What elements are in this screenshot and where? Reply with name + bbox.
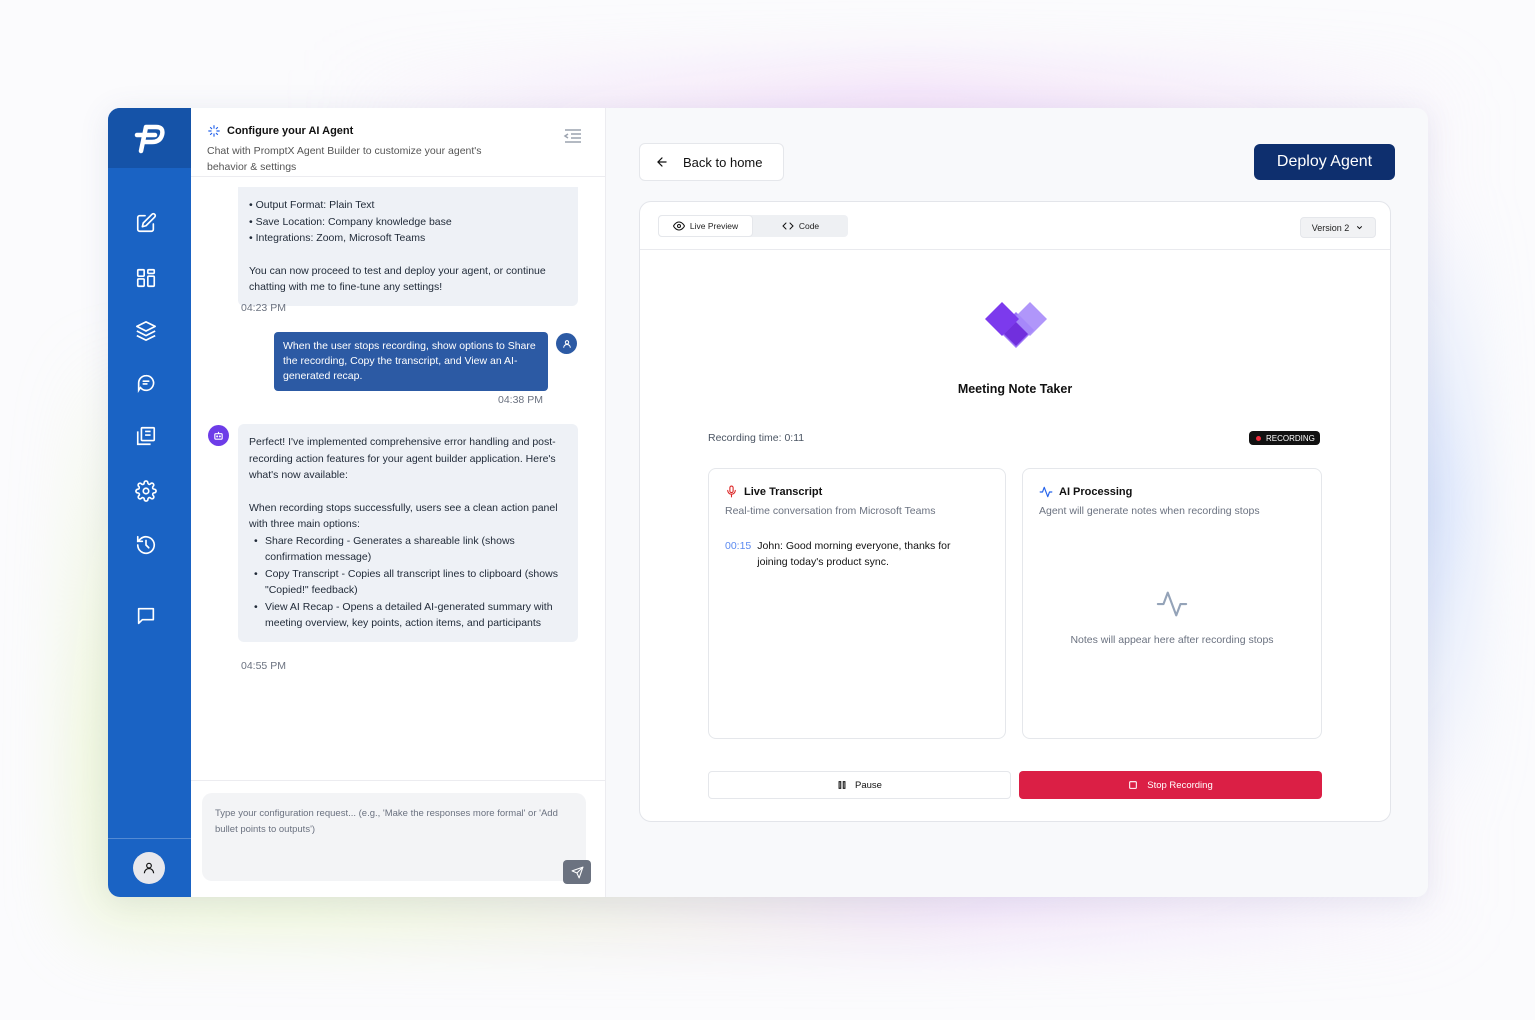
arrow-left-icon [657, 157, 667, 167]
pane-title: AI Processing [1059, 486, 1133, 498]
recording-dot-icon [1256, 435, 1261, 441]
user-avatar[interactable] [133, 852, 165, 884]
ai-processing-pane: AI Processing Agent will generate notes … [1022, 468, 1322, 739]
stop-label: Stop Recording [1147, 779, 1213, 791]
transcript-line: 00:15 John: Good morning everyone, thank… [725, 538, 957, 570]
stop-recording-button[interactable]: Stop Recording [1019, 771, 1322, 799]
chat-subtitle: Chat with PromptX Agent Builder to custo… [207, 145, 482, 173]
bullet-item: Save Location: Company knowledge base [255, 215, 452, 228]
edit-icon[interactable] [134, 211, 158, 235]
pause-button[interactable]: Pause [708, 771, 1011, 799]
message-time: 04:38 PM [498, 394, 543, 406]
send-button[interactable] [563, 860, 591, 884]
tab-label: Code [798, 221, 820, 231]
sidebar [108, 108, 191, 897]
back-to-home-button[interactable]: Back to home [639, 143, 784, 181]
activity-icon [1039, 486, 1053, 498]
bot-message: Perfect! I've implemented comprehensive … [238, 424, 578, 642]
brain-icon[interactable] [134, 371, 158, 395]
message-text: When recording stops successfully, users… [249, 501, 558, 531]
message-text: Perfect! I've implemented comprehensive … [249, 436, 556, 481]
chat-header: Configure your AI Agent Chat with Prompt… [191, 108, 605, 177]
bot-message: • Output Format: Plain Text • Save Locat… [238, 187, 578, 306]
transcript-time: 00:15 [725, 540, 752, 552]
version-label: Version 2 [1311, 222, 1350, 233]
tab-label: Live Preview [689, 221, 739, 231]
code-icon [782, 222, 794, 230]
dashboard-icon[interactable] [134, 266, 158, 290]
bot-icon [214, 431, 223, 440]
agent-logo-icon [985, 302, 1047, 348]
tab-live-preview[interactable]: Live Preview [658, 215, 753, 237]
preview-card: Live Preview Code Version 2 Meeting Note… [639, 201, 1391, 822]
library-icon[interactable] [134, 424, 158, 448]
user-icon [562, 339, 571, 348]
chevron-down-icon [1357, 226, 1363, 230]
transcript-text: John: Good morning everyone, thanks for … [757, 540, 951, 568]
collapse-menu-icon[interactable] [563, 128, 583, 149]
version-select[interactable]: Version 2 [1300, 217, 1376, 238]
message-bullets: • Output Format: Plain Text • Save Locat… [249, 199, 452, 244]
stop-icon [1129, 781, 1138, 789]
activity-icon [1156, 591, 1188, 617]
agent-name: Meeting Note Taker [957, 382, 1073, 396]
sparkles-icon [208, 125, 220, 137]
live-transcript-pane: Live Transcript Real-time conversation f… [708, 468, 1006, 739]
user-icon [143, 862, 155, 874]
chat-input[interactable]: Type your configuration request... (e.g.… [202, 793, 586, 881]
layers-icon[interactable] [134, 319, 158, 343]
preview-toolbar: Live Preview Code Version 2 [640, 202, 1390, 250]
message-time: 04:55 PM [241, 660, 286, 672]
pane-title: Live Transcript [744, 485, 823, 498]
user-message: When the user stops recording, show opti… [274, 332, 548, 391]
main-area: Back to home Deploy Agent Live Preview C… [606, 108, 1428, 897]
sidebar-divider [108, 838, 191, 839]
message-icon[interactable] [134, 604, 158, 628]
pause-icon [838, 781, 846, 789]
history-icon[interactable] [134, 533, 158, 557]
empty-state: Notes will appear here after recording s… [1023, 587, 1321, 646]
promptx-logo-icon [134, 124, 165, 154]
deploy-agent-button[interactable]: Deploy Agent [1254, 144, 1395, 180]
tab-code[interactable]: Code [753, 215, 848, 237]
bullet-item: Output Format: Plain Text [255, 199, 375, 211]
app-window: Configure your AI Agent Chat with Prompt… [108, 108, 1428, 897]
recording-badge: RECORDING [1249, 431, 1320, 445]
recording-badge-label: RECORDING [1266, 433, 1315, 443]
send-icon [571, 866, 583, 878]
chat-panel: Configure your AI Agent Chat with Prompt… [191, 108, 606, 897]
bullet-item: Integrations: Zoom, Microsoft Teams [255, 232, 426, 244]
chat-input-area: Type your configuration request... (e.g.… [191, 780, 605, 897]
pause-label: Pause [855, 779, 882, 791]
bullet-item: Share Recording - Generates a shareable … [249, 533, 567, 566]
pane-subtitle: Real-time conversation from Microsoft Te… [725, 505, 936, 517]
message-text: You can now proceed to test and deploy y… [249, 264, 546, 294]
pane-subtitle: Agent will generate notes when recording… [1039, 505, 1260, 517]
eye-icon [672, 221, 685, 231]
message-bullets: Share Recording - Generates a shareable … [249, 533, 567, 632]
bot-avatar [208, 425, 229, 446]
microphone-icon [727, 485, 736, 498]
empty-text: Notes will appear here after recording s… [1070, 634, 1274, 646]
bullet-item: Copy Transcript - Copies all transcript … [249, 566, 567, 599]
chat-title: Configure your AI Agent [227, 125, 354, 137]
user-avatar-small [556, 333, 577, 354]
logo[interactable] [108, 108, 191, 168]
bullet-item: View AI Recap - Opens a detailed AI-gene… [249, 599, 567, 632]
chat-messages[interactable]: • Output Format: Plain Text • Save Locat… [191, 177, 605, 777]
back-label: Back to home [683, 154, 763, 170]
settings-icon[interactable] [134, 479, 158, 503]
view-tabs: Live Preview Code [658, 215, 848, 237]
message-time: 04:23 PM [241, 302, 286, 314]
recording-time: Recording time: 0:11 [708, 432, 805, 444]
